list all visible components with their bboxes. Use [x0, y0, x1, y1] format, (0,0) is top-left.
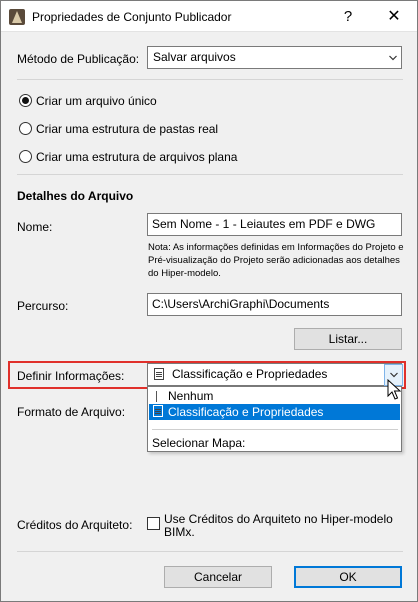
chevron-down-icon: [389, 55, 397, 61]
file-format-label: Formato de Arquivo:: [17, 405, 126, 419]
window-title: Propriedades de Conjunto Publicador: [32, 10, 232, 24]
radio-flat-file-structure[interactable]: [19, 150, 32, 163]
architect-credits-label: Créditos do Arquiteto:: [17, 518, 133, 532]
close-button[interactable]: ✕: [371, 1, 417, 32]
path-input[interactable]: C:\Users\ArchiGraphi\Documents: [147, 293, 402, 316]
list-button[interactable]: Listar...: [294, 328, 402, 350]
radio-flat-file-structure-label[interactable]: Criar uma estrutura de arquivos plana: [36, 150, 237, 164]
divider: [17, 174, 403, 175]
architect-credits-checkbox-label[interactable]: Use Créditos do Arquiteto no Hiper-model…: [164, 513, 399, 539]
radio-single-file[interactable]: [19, 94, 32, 107]
mouse-cursor-icon: [387, 379, 402, 400]
dropdown-option-label: Nenhum: [168, 389, 214, 403]
name-input[interactable]: Sem Nome - 1 - Leiautes em PDF e DWG: [147, 213, 402, 236]
architect-credits-checkbox[interactable]: [147, 517, 160, 530]
chevron-down-icon: [390, 372, 398, 378]
document-icon: [153, 405, 163, 417]
dropdown-option-nenhum[interactable]: Nenhum: [149, 388, 400, 404]
file-details-note: Nota: As informações definidas em Inform…: [148, 242, 404, 279]
define-info-value: Classificação e Propriedades: [172, 367, 328, 381]
dropdown-option-label: Selecionar Mapa:: [152, 436, 246, 450]
ok-button[interactable]: OK: [294, 566, 402, 588]
name-label: Nome:: [17, 220, 53, 234]
cancel-button[interactable]: Cancelar: [164, 566, 272, 588]
publish-method-select[interactable]: Salvar arquivos: [147, 46, 402, 69]
define-info-select[interactable]: Classificação e Propriedades: [147, 363, 402, 386]
radio-single-file-label[interactable]: Criar um arquivo único: [36, 94, 157, 108]
publish-method-label: Método de Publicação:: [17, 52, 140, 66]
help-button[interactable]: ?: [325, 1, 371, 32]
file-details-heading: Detalhes do Arquivo: [17, 189, 134, 203]
dropdown-divider: [152, 429, 398, 430]
radio-real-folder-structure-label[interactable]: Criar uma estrutura de pastas real: [36, 122, 218, 136]
path-label: Percurso:: [17, 299, 69, 313]
title-bar: Propriedades de Conjunto Publicador ? ✕: [1, 1, 417, 32]
radio-real-folder-structure[interactable]: [19, 122, 32, 135]
dropdown-option-label: Classificação e Propriedades: [168, 405, 324, 419]
document-icon: [154, 368, 164, 380]
dropdown-option-select-map[interactable]: Selecionar Mapa:: [149, 435, 400, 451]
divider: [17, 79, 403, 80]
define-info-dropdown-list: Nenhum Classificação e Propriedades Sele…: [147, 386, 402, 452]
publisher-set-properties-dialog: Propriedades de Conjunto Publicador ? ✕ …: [0, 0, 418, 602]
app-icon: [9, 9, 25, 25]
define-info-label: Definir Informações:: [17, 369, 125, 383]
divider: [17, 551, 403, 552]
empty-marker-icon: [156, 391, 157, 402]
publish-method-value: Salvar arquivos: [153, 50, 236, 64]
dropdown-option-classification[interactable]: Classificação e Propriedades: [149, 404, 400, 420]
